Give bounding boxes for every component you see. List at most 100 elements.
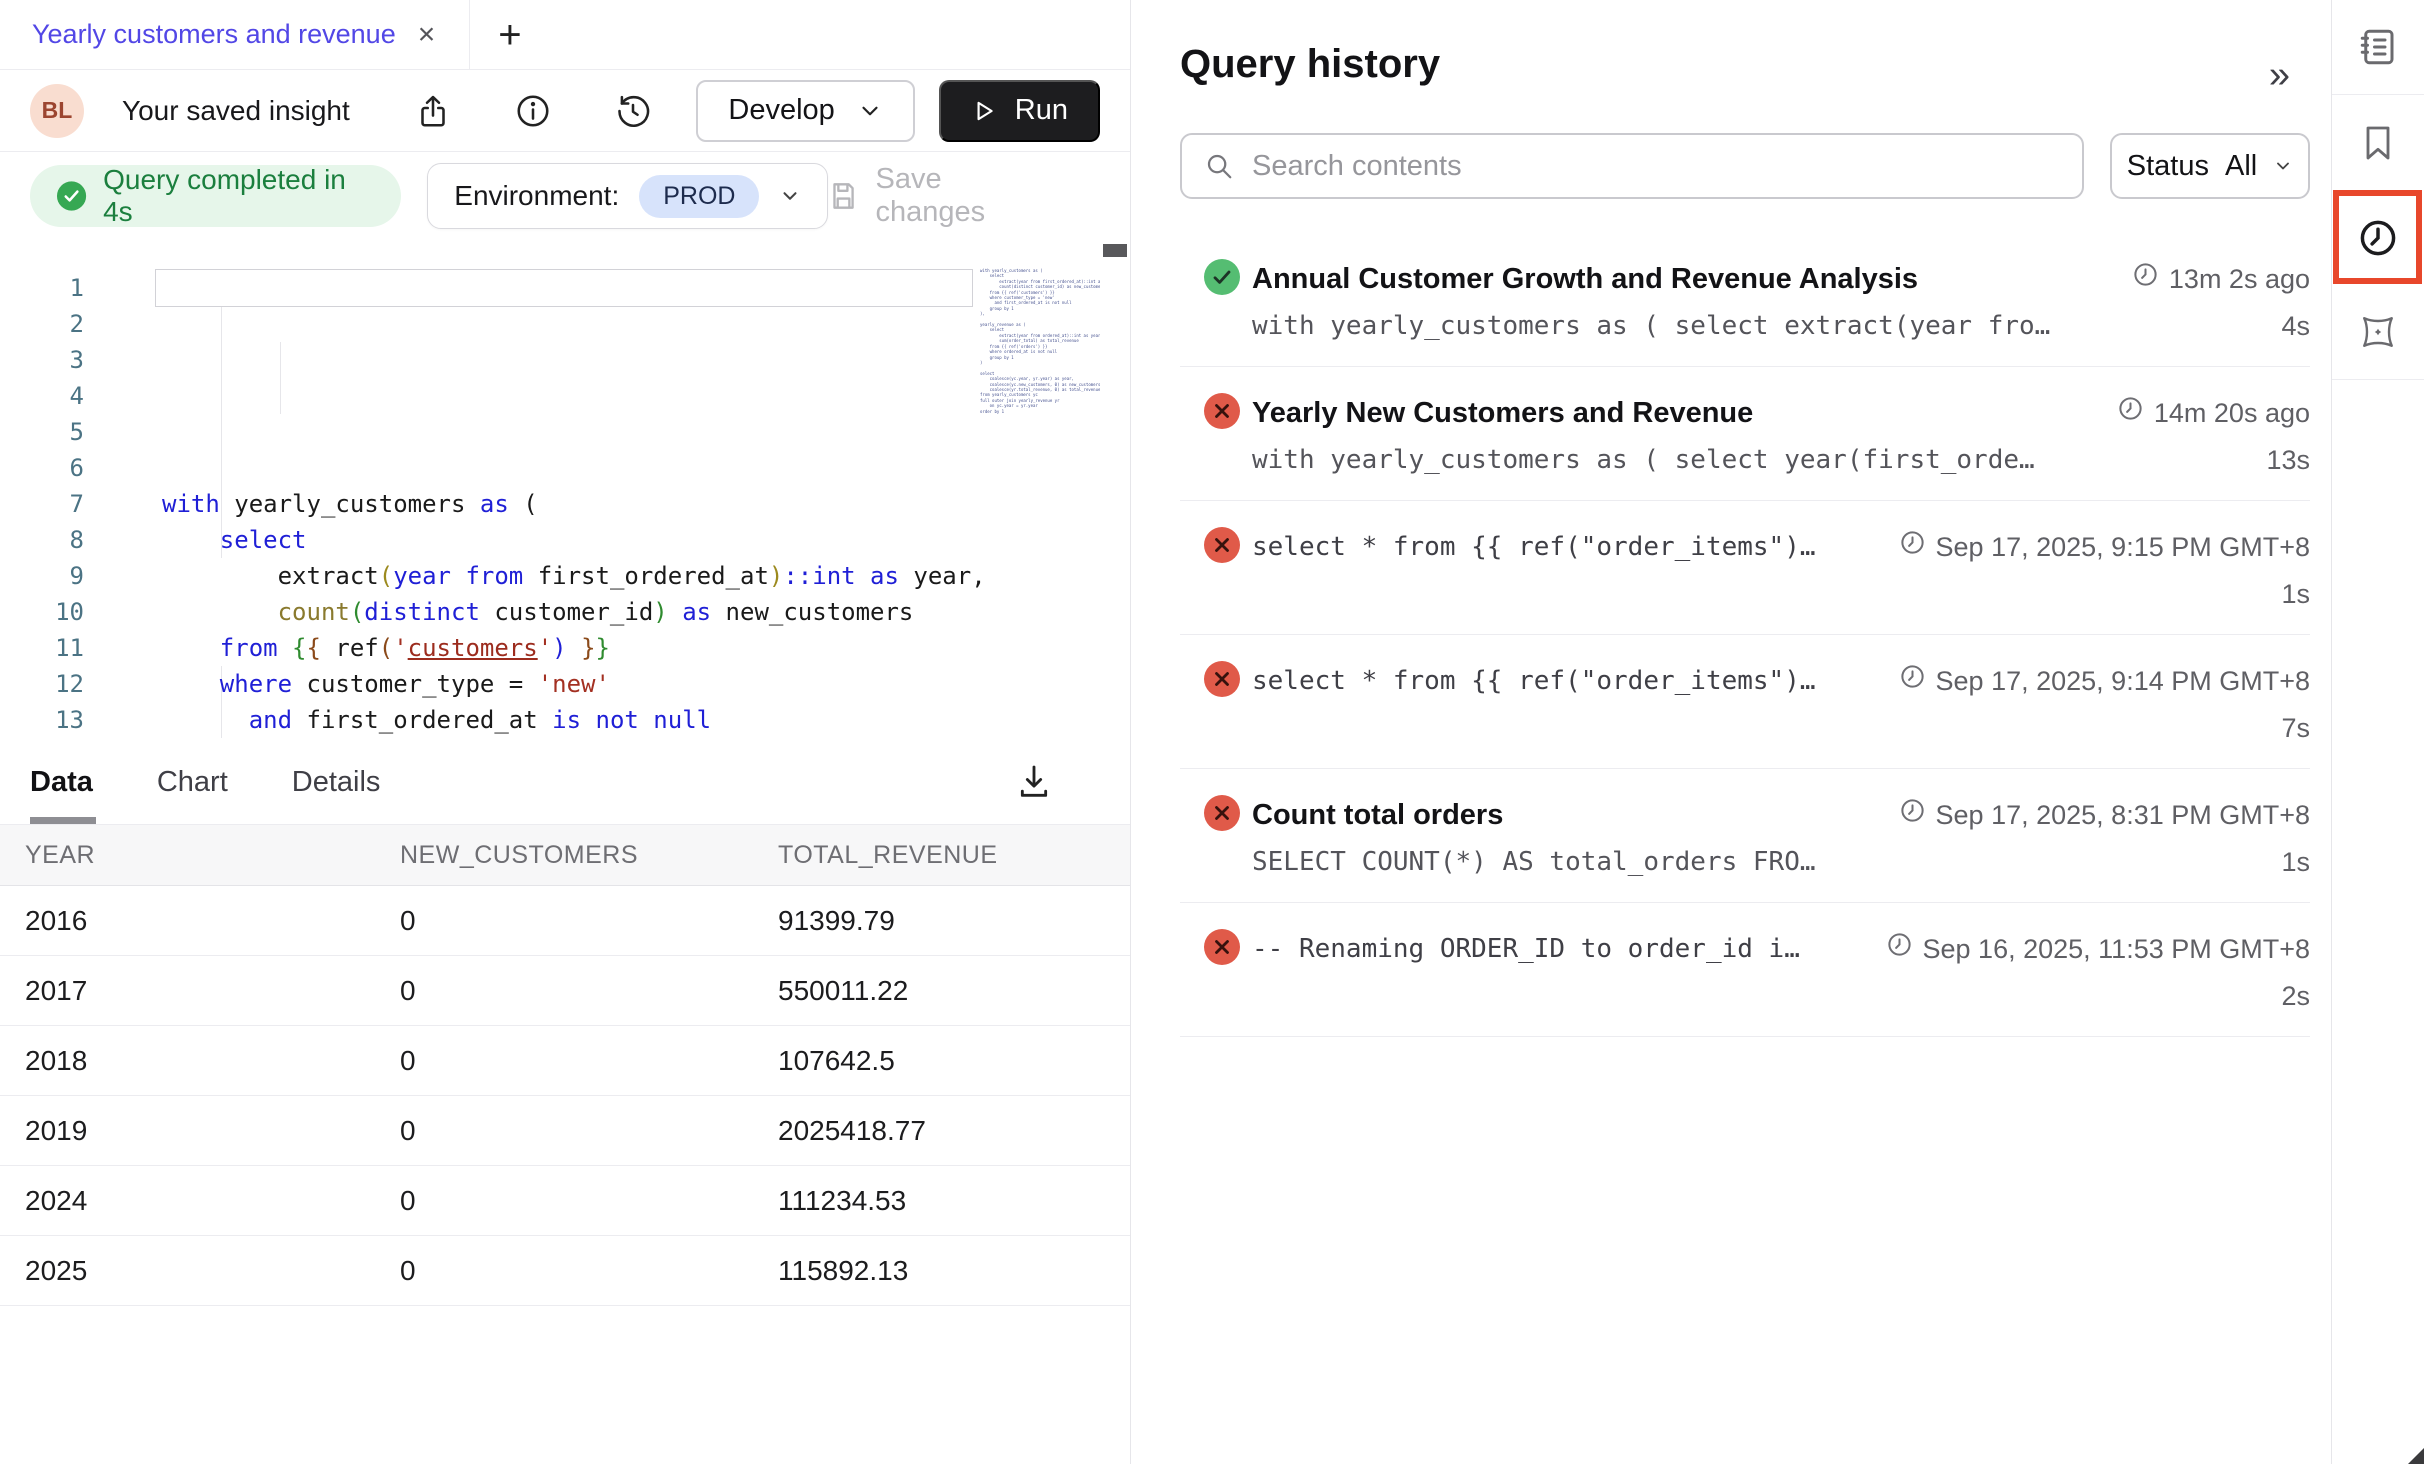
collapse-panel-icon[interactable]: » xyxy=(2269,54,2290,97)
timestamp-text: Sep 16, 2025, 11:53 PM GMT+8 xyxy=(1923,929,2310,969)
develop-label: Develop xyxy=(728,94,834,127)
clock-icon xyxy=(1899,527,1926,567)
code-line: where customer_type = 'new' xyxy=(162,666,1130,702)
table-cell: 0 xyxy=(400,975,778,1007)
insight-toolbar: BL Your saved insight Develop Run xyxy=(0,70,1130,152)
column-header: YEAR xyxy=(25,841,400,870)
line-numbers: 12345678910111213 xyxy=(0,240,100,740)
query-status-text: Query completed in 4s xyxy=(103,164,375,228)
close-icon[interactable]: × xyxy=(418,20,436,50)
table-cell: 2025 xyxy=(25,1255,400,1287)
history-clock-icon[interactable] xyxy=(2332,190,2424,285)
history-item-row: -- Renaming ORDER_ID to order_id i… Sep 1… xyxy=(1180,929,2310,969)
query-timestamp: Sep 17, 2025, 9:14 PM GMT+8 xyxy=(1879,661,2310,701)
explore-icon[interactable] xyxy=(2332,285,2424,380)
search-input[interactable] xyxy=(1252,150,2060,183)
tab-details[interactable]: Details xyxy=(292,766,381,799)
indent-guide xyxy=(280,342,281,414)
table-cell: 2019 xyxy=(25,1115,400,1147)
timestamp-text: Sep 17, 2025, 9:15 PM GMT+8 xyxy=(1936,527,2310,567)
tab-bar: Yearly customers and revenue × + xyxy=(0,0,1130,70)
status-filter-value: All xyxy=(2225,150,2257,183)
timestamp-text: Sep 17, 2025, 9:14 PM GMT+8 xyxy=(1936,661,2310,701)
timestamp-text: Sep 17, 2025, 8:31 PM GMT+8 xyxy=(1936,795,2310,835)
table-cell: 2024 xyxy=(25,1185,400,1217)
query-duration: 1s xyxy=(2281,579,2310,610)
tab-data[interactable]: Data xyxy=(30,766,93,799)
query-history-item[interactable]: select * from {{ ref("order_items")…Sep … xyxy=(1180,501,2310,635)
history-item-row: Yearly New Customers and Revenue14m 20s … xyxy=(1180,393,2310,433)
status-filter-dropdown[interactable]: Status All xyxy=(2110,133,2310,199)
search-box[interactable] xyxy=(1180,133,2084,199)
editor-panel: Yearly customers and revenue × + BL Your… xyxy=(0,0,1131,1464)
save-changes-label: Save changes xyxy=(876,163,1054,229)
history-item-row2: SELECT COUNT(*) AS total_orders FRO…1s xyxy=(1180,847,2310,878)
play-icon xyxy=(971,98,997,124)
history-item-row: Count total ordersSep 17, 2025, 8:31 PM … xyxy=(1180,795,2310,835)
code-line: group by 1 xyxy=(162,738,1130,740)
clock-icon xyxy=(1899,795,1926,835)
share-icon[interactable] xyxy=(414,92,452,130)
editor-scrollbar-thumb[interactable] xyxy=(1103,244,1127,257)
history-item-row2: with yearly_customers as ( select extrac… xyxy=(1180,311,2310,342)
clock-icon xyxy=(1899,661,1926,701)
code-area[interactable]: with yearly_customers as ( select extrac… xyxy=(100,240,1130,740)
query-history-item[interactable]: select * from {{ ref("order_items")…Sep … xyxy=(1180,635,2310,769)
chevron-down-icon xyxy=(2273,156,2293,176)
tab-divider xyxy=(469,0,470,70)
minimap[interactable]: with yearly_customers as ( select extrac… xyxy=(980,268,1100,414)
query-timestamp: Sep 16, 2025, 11:53 PM GMT+8 xyxy=(1866,929,2310,969)
code-line: with yearly_customers as ( xyxy=(162,486,1130,522)
line-number: 3 xyxy=(0,342,84,378)
avatar: BL xyxy=(30,84,84,138)
environment-selector[interactable]: Environment: PROD xyxy=(427,163,828,229)
line-number: 6 xyxy=(0,450,84,486)
error-icon xyxy=(1204,527,1240,563)
table-cell: 2025418.77 xyxy=(778,1115,1130,1147)
tab-title: Yearly customers and revenue xyxy=(32,19,396,50)
environment-label: Environment: xyxy=(454,180,619,212)
query-duration: 7s xyxy=(2281,713,2310,744)
version-history-icon[interactable] xyxy=(614,92,652,130)
history-item-row2: with yearly_customers as ( select year(f… xyxy=(1180,445,2310,476)
right-icon-rail xyxy=(2331,0,2424,1464)
sql-editor[interactable]: 12345678910111213 with yearly_customers … xyxy=(0,240,1130,740)
table-cell: 91399.79 xyxy=(778,905,1130,937)
save-changes-button[interactable]: Save changes xyxy=(828,163,1054,229)
info-icon[interactable] xyxy=(514,92,552,130)
new-tab-button[interactable]: + xyxy=(498,15,521,55)
results-table-header: YEARNEW_CUSTOMERSTOTAL_REVENUE xyxy=(0,824,1130,886)
develop-button[interactable]: Develop xyxy=(696,80,914,142)
code-line: from {{ ref('customers') }} xyxy=(162,630,1130,666)
table-cell: 550011.22 xyxy=(778,975,1130,1007)
table-cell: 0 xyxy=(400,1255,778,1287)
line-number: 4 xyxy=(0,378,84,414)
history-item-row2: 7s xyxy=(1180,713,2310,744)
table-row: 20170550011.22 xyxy=(0,956,1130,1026)
bookmark-icon[interactable] xyxy=(2332,95,2424,190)
table-cell: 2016 xyxy=(25,905,400,937)
column-header: NEW_CUSTOMERS xyxy=(400,841,778,870)
table-cell: 115892.13 xyxy=(778,1255,1130,1287)
line-number: 7 xyxy=(0,486,84,522)
chevron-down-icon xyxy=(779,185,801,207)
tab-chart[interactable]: Chart xyxy=(157,766,228,799)
environment-badge: PROD xyxy=(639,175,759,218)
query-history-item[interactable]: -- Renaming ORDER_ID to order_id i… Sep 1… xyxy=(1180,903,2310,1037)
run-button[interactable]: Run xyxy=(939,80,1100,142)
table-row: 20240111234.53 xyxy=(0,1166,1130,1236)
query-duration: 4s xyxy=(2281,311,2310,342)
tab-yearly-customers[interactable]: Yearly customers and revenue × xyxy=(0,0,469,69)
history-item-row: select * from {{ ref("order_items")…Sep … xyxy=(1180,661,2310,701)
query-history-list: Annual Customer Growth and Revenue Analy… xyxy=(1180,233,2310,1037)
query-history-item[interactable]: Yearly New Customers and Revenue14m 20s … xyxy=(1180,367,2310,501)
query-title: Yearly New Customers and Revenue xyxy=(1252,393,1753,433)
query-history-item[interactable]: Count total ordersSep 17, 2025, 8:31 PM … xyxy=(1180,769,2310,903)
page-title: Query history xyxy=(1180,42,2310,87)
journal-icon[interactable] xyxy=(2332,0,2424,95)
query-title: -- Renaming ORDER_ID to order_id i… xyxy=(1252,929,1800,969)
clock-icon xyxy=(1886,929,1913,969)
clock-icon xyxy=(2117,393,2144,433)
download-icon[interactable] xyxy=(1014,762,1054,802)
query-history-item[interactable]: Annual Customer Growth and Revenue Analy… xyxy=(1180,233,2310,367)
